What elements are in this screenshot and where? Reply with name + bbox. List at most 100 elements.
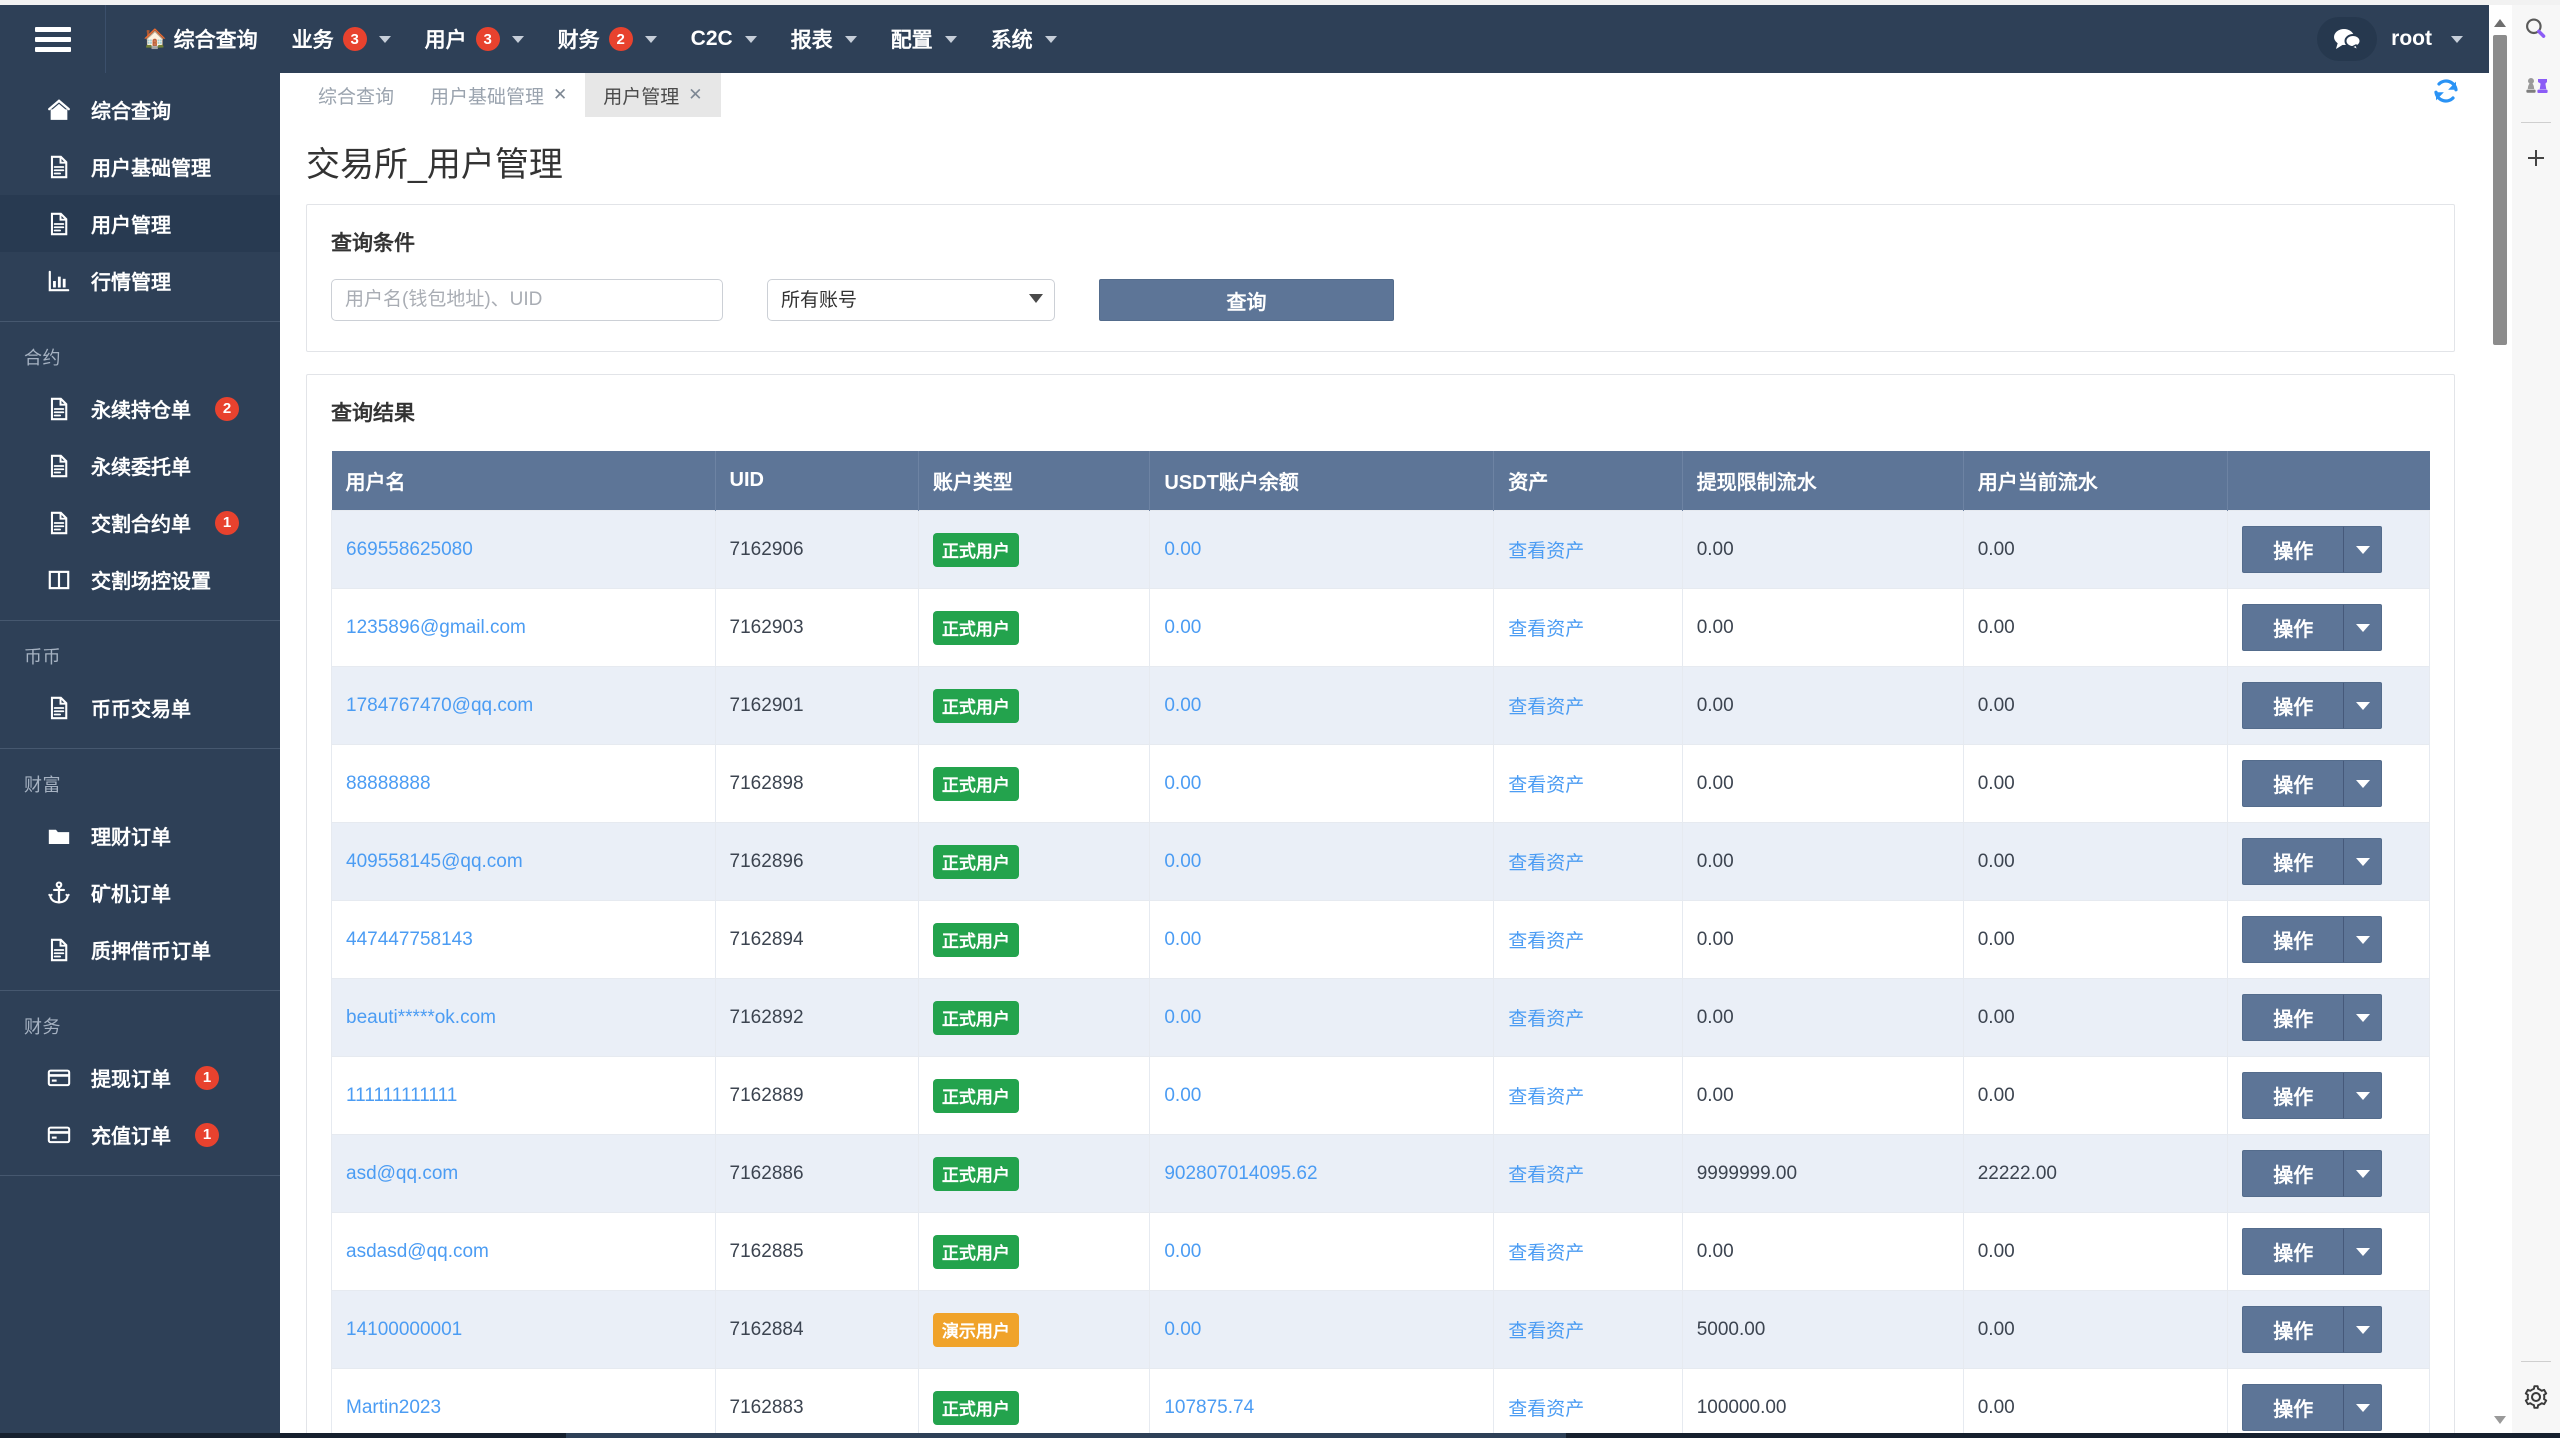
action-button[interactable]: 操作 (2242, 1384, 2345, 1431)
caret-down-icon[interactable] (2344, 1228, 2383, 1275)
action-button[interactable]: 操作 (2242, 526, 2345, 573)
nav-item-6[interactable]: 报表 (774, 5, 874, 73)
page-vertical-scrollbar[interactable] (2489, 5, 2512, 1438)
sidebar-item-币币交易单[interactable]: 币币交易单 (0, 679, 280, 736)
action-button[interactable]: 操作 (2242, 1306, 2345, 1353)
caret-down-icon[interactable] (2344, 1150, 2383, 1197)
username-link[interactable]: 1784767470@qq.com (346, 695, 533, 716)
chess-pieces-icon[interactable] (2512, 58, 2560, 116)
action-button[interactable]: 操作 (2242, 916, 2345, 963)
chat-button[interactable] (2317, 17, 2378, 61)
caret-down-icon[interactable] (2344, 1306, 2383, 1353)
action-button[interactable]: 操作 (2242, 994, 2345, 1041)
sidebar-item-矿机订单[interactable]: 矿机订单 (0, 864, 280, 921)
sidebar-item-永续委托单[interactable]: 永续委托单 (0, 437, 280, 494)
caret-down-icon[interactable] (2344, 682, 2383, 729)
username-link[interactable]: 111111111111 (346, 1085, 457, 1106)
nav-item-7[interactable]: 配置 (874, 5, 974, 73)
sidebar-item-用户管理[interactable]: 用户管理 (0, 195, 280, 252)
view-asset-link[interactable]: 查看资产 (1508, 775, 1584, 796)
username-link[interactable]: 409558145@qq.com (346, 851, 523, 872)
account-type-select[interactable]: 所有账号 (767, 279, 1055, 321)
view-asset-link[interactable]: 查看资产 (1508, 1399, 1584, 1420)
caret-down-icon[interactable] (2344, 1072, 2383, 1119)
sidebar-item-充值订单[interactable]: 充值订单 1 (0, 1106, 280, 1163)
caret-down-icon[interactable] (2344, 994, 2383, 1041)
caret-down-icon[interactable] (2344, 916, 2383, 963)
caret-down-icon[interactable] (2344, 838, 2383, 885)
refresh-button[interactable] (2431, 76, 2461, 111)
sidebar-item-提现订单[interactable]: 提现订单 1 (0, 1049, 280, 1106)
view-asset-link[interactable]: 查看资产 (1508, 1243, 1584, 1264)
chevron-down-icon[interactable] (2451, 35, 2463, 43)
view-asset-link[interactable]: 查看资产 (1508, 541, 1584, 562)
usdt-balance-link[interactable]: 0.00 (1164, 1241, 1201, 1262)
username-link[interactable]: 669558625080 (346, 539, 473, 560)
action-button[interactable]: 操作 (2242, 604, 2345, 651)
scrollbar-thumb[interactable] (2493, 35, 2507, 345)
view-asset-link[interactable]: 查看资产 (1508, 853, 1584, 874)
view-asset-link[interactable]: 查看资产 (1508, 1009, 1584, 1030)
action-button[interactable]: 操作 (2242, 1228, 2345, 1275)
search-icon[interactable] (2512, 0, 2560, 58)
sidebar-item-综合查询[interactable]: 综合查询 (0, 81, 280, 138)
view-asset-link[interactable]: 查看资产 (1508, 1087, 1584, 1108)
action-button[interactable]: 操作 (2242, 1150, 2345, 1197)
usdt-balance-link[interactable]: 0.00 (1164, 929, 1201, 950)
nav-item-8[interactable]: 系统 (974, 5, 1074, 73)
username-link[interactable]: asd@qq.com (346, 1163, 458, 1184)
close-icon[interactable]: ✕ (553, 85, 567, 105)
search-input[interactable] (331, 279, 723, 321)
user-menu[interactable]: root (2391, 27, 2432, 51)
close-icon[interactable]: ✕ (688, 85, 702, 105)
view-asset-link[interactable]: 查看资产 (1508, 697, 1584, 718)
query-button[interactable]: 查询 (1099, 279, 1394, 321)
usdt-balance-link[interactable]: 0.00 (1164, 617, 1201, 638)
nav-item-4[interactable]: 财务 2 (541, 5, 674, 73)
caret-down-icon[interactable] (2344, 760, 2383, 807)
caret-down-icon[interactable] (2344, 604, 2383, 651)
caret-down-icon[interactable] (2344, 1384, 2383, 1431)
sidebar-toggle-button[interactable] (0, 5, 106, 73)
view-asset-link[interactable]: 查看资产 (1508, 619, 1584, 640)
usdt-balance-link[interactable]: 0.00 (1164, 1085, 1201, 1106)
usdt-balance-link[interactable]: 0.00 (1164, 773, 1201, 794)
usdt-balance-link[interactable]: 0.00 (1164, 1007, 1201, 1028)
username-link[interactable]: 88888888 (346, 773, 431, 794)
usdt-balance-link[interactable]: 0.00 (1164, 539, 1201, 560)
nav-item-3[interactable]: 用户 3 (408, 5, 541, 73)
tab-综合查询[interactable]: 综合查询 (300, 73, 412, 117)
sidebar-item-交割合约单[interactable]: 交割合约单 1 (0, 494, 280, 551)
username-link[interactable]: asdasd@qq.com (346, 1241, 489, 1262)
usdt-balance-link[interactable]: 0.00 (1164, 695, 1201, 716)
username-link[interactable]: beauti*****ok.com (346, 1007, 496, 1028)
usdt-balance-link[interactable]: 0.00 (1164, 851, 1201, 872)
usdt-balance-link[interactable]: 107875.74 (1164, 1397, 1254, 1418)
tab-用户基础管理[interactable]: 用户基础管理 ✕ (412, 73, 585, 117)
sidebar-item-质押借币订单[interactable]: 质押借币订单 (0, 921, 280, 978)
sidebar-item-永续持仓单[interactable]: 永续持仓单 2 (0, 380, 280, 437)
tab-用户管理[interactable]: 用户管理 ✕ (585, 73, 721, 117)
action-button[interactable]: 操作 (2242, 760, 2345, 807)
sidebar-item-用户基础管理[interactable]: 用户基础管理 (0, 138, 280, 195)
nav-item-2[interactable]: 业务 3 (275, 5, 408, 73)
username-link[interactable]: 447447758143 (346, 929, 473, 950)
scroll-up-arrow-icon[interactable] (2494, 19, 2506, 27)
action-button[interactable]: 操作 (2242, 838, 2345, 885)
nav-item-1[interactable]: 🏠 综合查询 (126, 5, 275, 73)
sidebar-item-理财订单[interactable]: 理财订单 (0, 807, 280, 864)
sidebar-item-交割场控设置[interactable]: 交割场控设置 (0, 551, 280, 608)
usdt-balance-link[interactable]: 0.00 (1164, 1319, 1201, 1340)
username-link[interactable]: 1235896@gmail.com (346, 617, 526, 638)
view-asset-link[interactable]: 查看资产 (1508, 1321, 1584, 1342)
sidebar-item-行情管理[interactable]: 行情管理 (0, 252, 280, 309)
gear-icon[interactable] (2512, 1368, 2560, 1426)
username-link[interactable]: 14100000001 (346, 1319, 462, 1340)
username-link[interactable]: Martin2023 (346, 1397, 441, 1418)
action-button[interactable]: 操作 (2242, 682, 2345, 729)
caret-down-icon[interactable] (2344, 526, 2383, 573)
usdt-balance-link[interactable]: 902807014095.62 (1164, 1163, 1317, 1184)
view-asset-link[interactable]: 查看资产 (1508, 931, 1584, 952)
plus-icon[interactable] (2512, 129, 2560, 187)
scroll-down-arrow-icon[interactable] (2494, 1416, 2506, 1424)
